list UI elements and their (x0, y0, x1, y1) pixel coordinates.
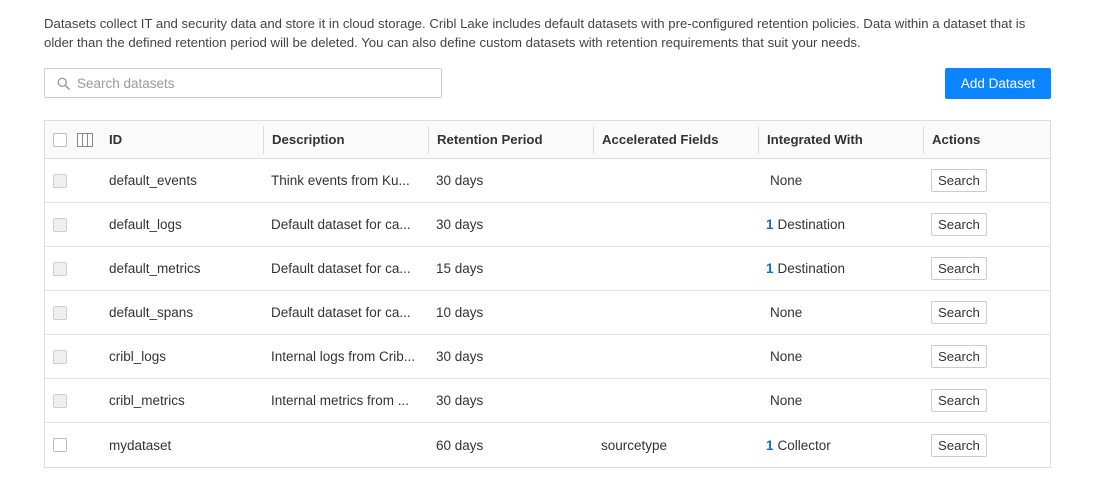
dataset-retention: 30 days (436, 349, 484, 364)
row-checkbox[interactable] (53, 261, 67, 276)
columns-icon[interactable] (77, 132, 93, 147)
column-header-description[interactable]: Description (263, 125, 428, 154)
dataset-description (263, 423, 428, 467)
dataset-accelerated (593, 247, 758, 290)
dataset-description: Internal metrics from ... (271, 393, 410, 408)
dataset-accelerated (593, 203, 758, 246)
dataset-accelerated (593, 379, 758, 422)
page-description: Datasets collect IT and security data an… (44, 16, 1026, 50)
table-row: cribl_logs Internal logs from Crib... 30… (45, 335, 1050, 379)
dataset-description: Default dataset for ca... (271, 305, 411, 320)
table-row: mydataset 60 days sourcetype 1 Collector … (45, 423, 1050, 467)
row-checkbox[interactable] (53, 217, 67, 232)
integrated-count[interactable]: 1 (766, 217, 774, 232)
select-all-checkbox[interactable] (53, 132, 67, 147)
row-search-button[interactable]: Search (931, 301, 987, 324)
row-checkbox[interactable] (53, 173, 67, 188)
dataset-accelerated (593, 335, 758, 378)
column-header-integrated[interactable]: Integrated With (758, 125, 923, 154)
dataset-retention: 30 days (436, 393, 484, 408)
search-input[interactable] (75, 74, 441, 92)
dataset-id[interactable]: mydataset (101, 423, 263, 467)
dataset-retention: 15 days (436, 261, 484, 276)
column-header-retention[interactable]: Retention Period (428, 125, 593, 154)
dataset-integrated: 1 Collector (758, 423, 923, 467)
row-checkbox[interactable] (53, 393, 67, 408)
column-header-actions: Actions (923, 125, 1050, 154)
dataset-integrated: 1 Destination (758, 203, 923, 246)
dataset-id[interactable]: default_metrics (101, 247, 263, 290)
dataset-integrated: None (758, 335, 923, 378)
table-row: default_spans Default dataset for ca... … (45, 291, 1050, 335)
dataset-description: Internal logs from Crib... (271, 349, 416, 364)
dataset-retention: 30 days (436, 173, 484, 188)
dataset-integrated: None (758, 291, 923, 334)
row-checkbox[interactable] (53, 438, 67, 452)
search-icon (57, 77, 70, 90)
dataset-id[interactable]: default_events (101, 159, 263, 202)
dataset-description: Default dataset for ca... (271, 261, 411, 276)
table-header: ID Description Retention Period Accelera… (45, 121, 1050, 159)
integrated-label: None (770, 349, 803, 364)
integrated-label: Collector (777, 437, 831, 453)
integrated-label: None (770, 173, 803, 188)
row-search-button[interactable]: Search (931, 389, 987, 412)
header-select-cell (45, 121, 101, 158)
dataset-id[interactable]: cribl_logs (101, 335, 263, 378)
integrated-count[interactable]: 1 (766, 261, 774, 276)
table-row: cribl_metrics Internal metrics from ... … (45, 379, 1050, 423)
row-search-button[interactable]: Search (931, 169, 987, 192)
dataset-description: Default dataset for ca... (271, 217, 411, 232)
integrated-label: Destination (777, 217, 846, 232)
dataset-id[interactable]: default_logs (101, 203, 263, 246)
dataset-retention: 60 days (436, 437, 484, 453)
table-row: default_events Think events from Ku... 3… (45, 159, 1050, 203)
dataset-accelerated: sourcetype (601, 437, 668, 453)
integrated-label: None (770, 393, 803, 408)
row-search-button[interactable]: Search (931, 433, 987, 457)
dataset-integrated: None (758, 159, 923, 202)
dataset-id[interactable]: default_spans (101, 291, 263, 334)
dataset-id[interactable]: cribl_metrics (101, 379, 263, 422)
dataset-retention: 10 days (436, 305, 484, 320)
table-row: default_logs Default dataset for ca... 3… (45, 203, 1050, 247)
column-header-id[interactable]: ID (101, 121, 263, 158)
integrated-label: None (770, 305, 803, 320)
table-row: default_metrics Default dataset for ca..… (45, 247, 1050, 291)
column-header-accelerated[interactable]: Accelerated Fields (593, 125, 758, 154)
dataset-integrated: None (758, 379, 923, 422)
add-dataset-button[interactable]: Add Dataset (945, 68, 1051, 99)
row-checkbox[interactable] (53, 349, 67, 364)
dataset-integrated: 1 Destination (758, 247, 923, 290)
dataset-description: Think events from Ku... (271, 173, 410, 188)
row-search-button[interactable]: Search (931, 213, 987, 236)
dataset-retention: 30 days (436, 217, 484, 232)
row-search-button[interactable]: Search (931, 257, 987, 280)
integrated-count[interactable]: 1 (766, 438, 774, 453)
row-checkbox[interactable] (53, 305, 67, 320)
dataset-accelerated (593, 159, 758, 202)
integrated-label: Destination (777, 261, 846, 276)
search-box[interactable] (44, 68, 442, 98)
datasets-table: ID Description Retention Period Accelera… (44, 120, 1051, 468)
row-search-button[interactable]: Search (931, 345, 987, 368)
dataset-accelerated (593, 291, 758, 334)
